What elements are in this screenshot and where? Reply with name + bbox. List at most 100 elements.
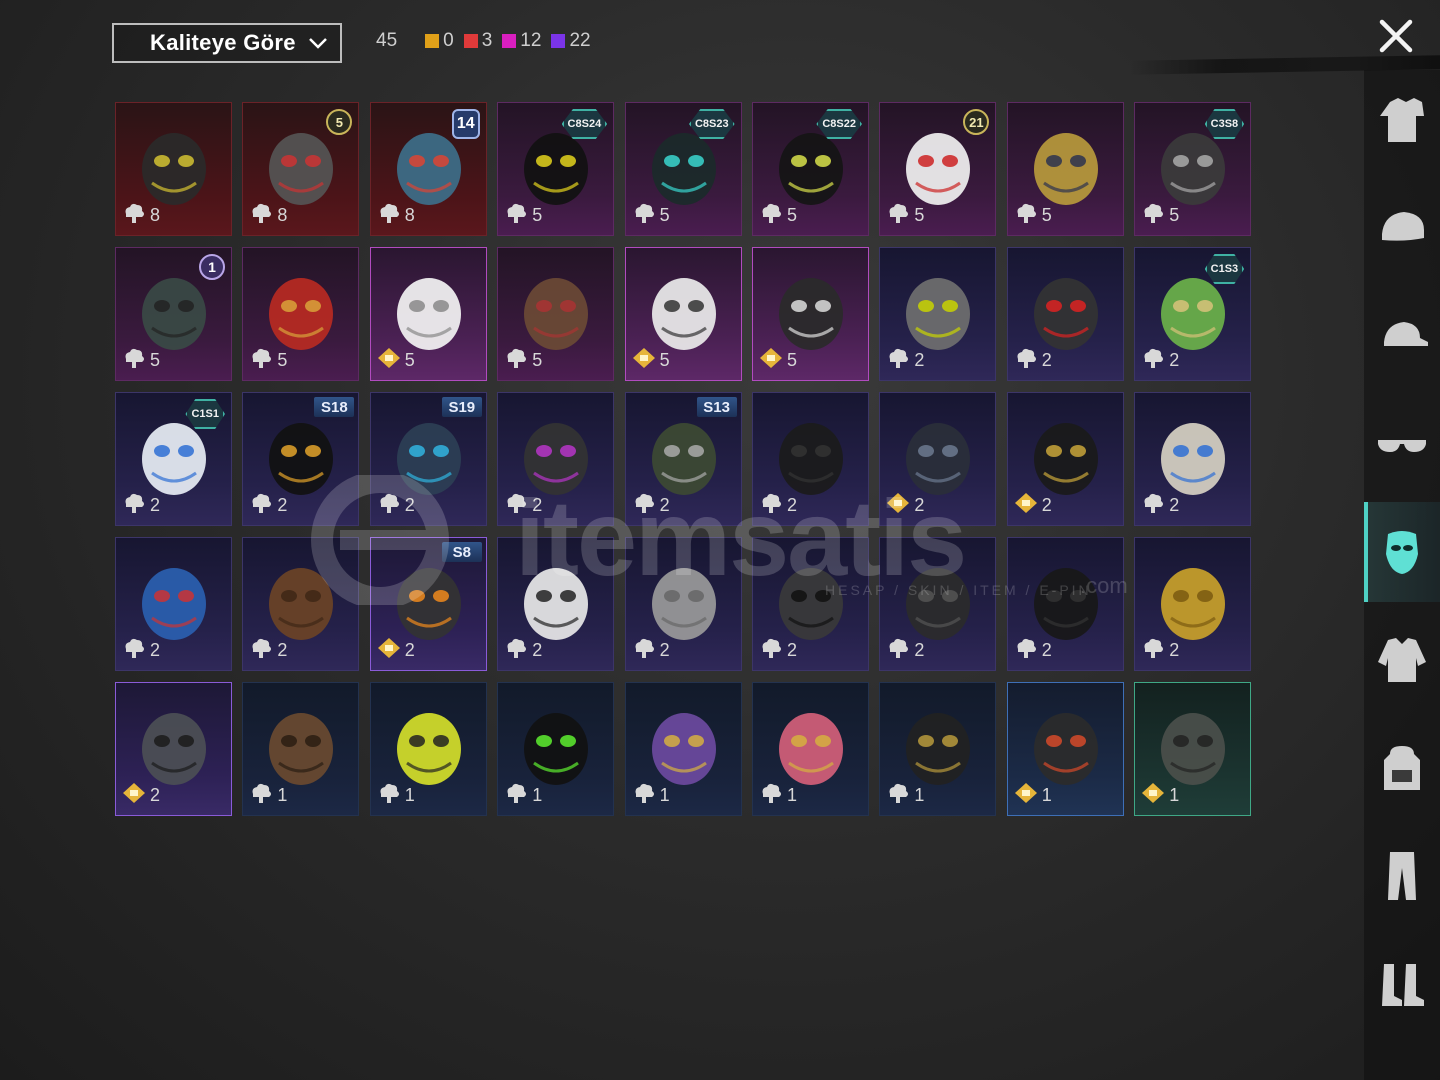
item-card[interactable]: 2 xyxy=(1006,247,1124,381)
bp-icon xyxy=(1014,202,1038,229)
item-card[interactable]: 2 xyxy=(497,392,615,526)
item-count-value: 5 xyxy=(150,350,161,370)
item-card[interactable]: 1 xyxy=(1134,682,1252,816)
item-card[interactable]: 1 xyxy=(624,682,742,816)
item-count: 8 xyxy=(249,202,287,229)
bp-icon xyxy=(377,492,401,519)
item-card[interactable]: C8S22 5 xyxy=(752,102,869,236)
item-count-value: 5 xyxy=(404,350,415,370)
item-card[interactable]: C8S24 5 xyxy=(497,102,615,236)
item-card[interactable]: S18 2 xyxy=(242,392,360,526)
sidebar-pants-tab[interactable] xyxy=(1364,826,1440,926)
legendary-count: 0 xyxy=(425,30,454,52)
item-card[interactable]: 1 xyxy=(497,682,615,816)
item-card[interactable]: 21 5 xyxy=(879,102,997,236)
bp-icon xyxy=(249,492,273,519)
item-card[interactable]: 1 xyxy=(879,682,997,816)
item-count: 2 xyxy=(886,347,924,374)
item-card[interactable]: 2 xyxy=(879,392,997,526)
item-card[interactable]: 5 xyxy=(497,247,615,381)
item-card[interactable]: 8 xyxy=(115,102,232,236)
bp-icon xyxy=(249,782,273,809)
bp-icon xyxy=(886,782,910,809)
item-card[interactable]: 2 xyxy=(1134,392,1252,526)
item-count-value: 8 xyxy=(150,205,161,225)
item-count: 2 xyxy=(759,637,797,664)
sidebar-cap-tab[interactable] xyxy=(1364,286,1440,386)
bp-icon xyxy=(504,202,528,229)
item-card[interactable]: 15 xyxy=(115,247,232,381)
item-card[interactable]: 2 xyxy=(1006,537,1124,671)
item-card[interactable]: 14 8 xyxy=(369,102,487,236)
item-count-value: 5 xyxy=(1041,205,1052,225)
item-card[interactable]: 2 xyxy=(752,392,869,526)
item-card[interactable]: 2 xyxy=(879,537,997,671)
sidebar-glasses-tab[interactable] xyxy=(1364,394,1440,494)
item-card[interactable]: 2 xyxy=(624,537,742,671)
item-count-value: 2 xyxy=(1041,640,1052,660)
bp-icon xyxy=(759,782,783,809)
item-count-value: 2 xyxy=(150,495,161,515)
item-card[interactable]: S19 2 xyxy=(369,392,487,526)
legendary-swatch xyxy=(425,34,440,48)
item-card[interactable]: 2 xyxy=(1006,392,1124,526)
item-count-value: 2 xyxy=(404,495,415,515)
bp-icon xyxy=(886,202,910,229)
sidebar-boots-tab[interactable] xyxy=(1364,934,1440,1034)
sidebar-mask-tab[interactable] xyxy=(1364,502,1440,602)
sidebar-hat-tab[interactable] xyxy=(1364,178,1440,278)
item-card[interactable]: S13 2 xyxy=(624,392,742,526)
item-card[interactable]: 2 xyxy=(1134,537,1252,671)
item-card[interactable]: 2 xyxy=(242,537,360,671)
item-card[interactable]: 5 xyxy=(624,247,742,381)
top-bar: Kaliteye Göre 45 0 3 12 22 xyxy=(0,0,1440,90)
item-card[interactable]: C1S3 2 xyxy=(1134,247,1252,381)
sort-dropdown[interactable]: Kaliteye Göre xyxy=(112,23,342,63)
item-count-value: 1 xyxy=(659,785,670,805)
item-card[interactable]: 1 xyxy=(242,682,360,816)
item-count-value: 5 xyxy=(659,350,670,370)
bp-icon xyxy=(632,202,656,229)
item-card[interactable]: 5 xyxy=(752,247,869,381)
outfit-icon xyxy=(1380,98,1424,142)
item-card[interactable]: 5 xyxy=(1006,102,1124,236)
rarity-counts: 45 0 3 12 22 xyxy=(376,30,591,52)
item-card[interactable]: S8 2 xyxy=(369,537,487,671)
item-count-value: 5 xyxy=(659,205,670,225)
jacket-icon xyxy=(1378,638,1426,682)
item-card[interactable]: 58 xyxy=(242,102,360,236)
bp-icon xyxy=(632,782,656,809)
bp-icon xyxy=(759,492,783,519)
item-card[interactable]: 2 xyxy=(115,682,232,816)
bp-icon xyxy=(759,202,783,229)
item-count-value: 2 xyxy=(277,640,288,660)
item-card[interactable]: C1S1 2 xyxy=(115,392,232,526)
item-card[interactable]: 1 xyxy=(752,682,869,816)
item-card[interactable]: C3S8 5 xyxy=(1134,102,1252,236)
item-card[interactable]: C8S23 5 xyxy=(624,102,742,236)
item-count: 2 xyxy=(1141,637,1179,664)
item-badge: 1 xyxy=(199,254,225,280)
item-card[interactable]: 2 xyxy=(752,537,869,671)
item-count: 2 xyxy=(122,782,160,809)
close-icon[interactable] xyxy=(1374,14,1418,58)
item-card[interactable]: 5 xyxy=(369,247,487,381)
item-card[interactable]: 2 xyxy=(115,537,232,671)
sidebar-outfit-tab[interactable] xyxy=(1364,70,1440,170)
item-card[interactable]: 2 xyxy=(879,247,997,381)
bp-icon xyxy=(249,637,273,664)
item-card[interactable]: 2 xyxy=(497,537,615,671)
bp-icon xyxy=(377,202,401,229)
total-count: 45 xyxy=(376,30,398,51)
item-card[interactable]: 5 xyxy=(242,247,360,381)
item-count: 5 xyxy=(249,347,287,374)
bp-icon xyxy=(1141,637,1165,664)
sidebar-jacket-tab[interactable] xyxy=(1364,610,1440,710)
item-count-value: 2 xyxy=(1169,495,1180,515)
sidebar-backpack-tab[interactable] xyxy=(1364,718,1440,818)
item-card[interactable]: 1 xyxy=(1006,682,1124,816)
item-count-value: 2 xyxy=(659,640,670,660)
item-count-value: 1 xyxy=(277,785,288,805)
item-card[interactable]: 1 xyxy=(369,682,487,816)
mask-icon xyxy=(1386,531,1418,574)
